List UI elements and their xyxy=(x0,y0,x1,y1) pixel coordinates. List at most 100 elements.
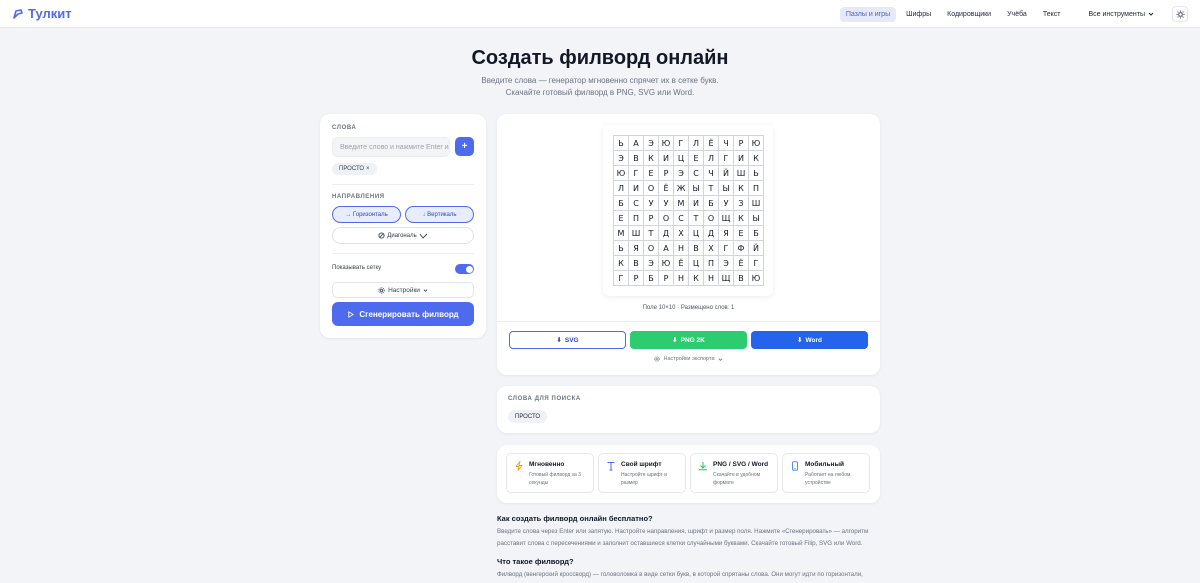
feature-card-formats: PNG / SVG / Word Скачайте в удобном форм… xyxy=(690,453,778,493)
add-word-button[interactable]: + xyxy=(455,137,474,156)
theme-toggle-button[interactable] xyxy=(1172,6,1188,22)
grid-cell: Э xyxy=(674,166,689,181)
show-grid-toggle[interactable] xyxy=(455,264,474,274)
nav-ciphers[interactable]: Шифры xyxy=(900,7,937,22)
grid-cell: Р xyxy=(644,211,659,226)
grid-cell: Я xyxy=(629,241,644,256)
chevron-down-icon xyxy=(423,288,428,292)
grid-cell: И xyxy=(659,151,674,166)
feature-desc: Работает на любом устройстве xyxy=(805,472,851,486)
grid-cell: В xyxy=(689,241,704,256)
logo[interactable]: Тулкит xyxy=(12,6,72,21)
all-tools-dropdown[interactable]: Все инструменты xyxy=(1082,7,1160,22)
generate-button[interactable]: Сгенерировать филворд xyxy=(332,302,474,326)
grid-cell: Щ xyxy=(719,271,734,286)
download-icon: ⬇ xyxy=(556,337,562,344)
subtitle-line-1: Введите слова — генератор мгновенно спря… xyxy=(481,76,719,85)
export-svg-button[interactable]: ⬇ SVG xyxy=(509,331,626,349)
faq-question: Как создать филворд онлайн бесплатно? xyxy=(497,514,653,523)
faq-answer-line: Филворд (венгерский кроссворд) — головол… xyxy=(497,571,863,578)
nav-encoders[interactable]: Кодировщики xyxy=(941,7,997,22)
grid-cell: К xyxy=(749,151,764,166)
diagonal-icon xyxy=(378,232,385,239)
grid-cell: В xyxy=(629,256,644,271)
download-icon: ⬇ xyxy=(797,337,803,344)
grid-cell: К xyxy=(614,256,629,271)
grid-cell: Т xyxy=(689,211,704,226)
grid-cell: Н xyxy=(674,271,689,286)
export-word-button[interactable]: ⬇ Word xyxy=(751,331,868,349)
grid-cell: Р xyxy=(659,166,674,181)
feature-card-instant: Мгновенно Готовый филворд за 3 секунды xyxy=(506,453,594,493)
grid-cell: П xyxy=(629,211,644,226)
grid-cell: Ё xyxy=(734,256,749,271)
grid-cell: Г xyxy=(719,151,734,166)
grid-cell: У xyxy=(644,196,659,211)
grid-cell: Н xyxy=(674,241,689,256)
grid-cell: Ш xyxy=(734,166,749,181)
grid-cell: Т xyxy=(704,181,719,196)
grid-cell: Г xyxy=(719,241,734,256)
grid-cell: Ч xyxy=(704,166,719,181)
faq-answer-line: Введите слова через Enter или запятую. Н… xyxy=(497,528,869,535)
feature-desc: Готовый филворд за 3 секунды xyxy=(529,472,581,486)
grid-cell: О xyxy=(704,211,719,226)
grid-cell: Г xyxy=(629,166,644,181)
diagonal-arrows-icon xyxy=(419,233,428,239)
horizontal-direction-button[interactable]: → Горизонталь xyxy=(332,206,401,223)
faq-answer-line: расставит слова с пересечениями и заполн… xyxy=(497,540,863,547)
grid-cell: И xyxy=(689,196,704,211)
settings-button[interactable]: Настройки xyxy=(332,282,474,298)
grid-cell: Ч xyxy=(719,136,734,151)
grid-cell: Й xyxy=(719,166,734,181)
chevron-down-icon xyxy=(718,357,722,361)
vertical-direction-button[interactable]: ↓ Вертикаль xyxy=(405,206,474,223)
grid-cell: Р xyxy=(659,271,674,286)
grid-cell: Л xyxy=(704,151,719,166)
grid-cell: П xyxy=(749,181,764,196)
grid-cell: Ж xyxy=(674,181,689,196)
grid-cell: Ь xyxy=(614,136,629,151)
grid-cell: Я xyxy=(719,226,734,241)
remove-word-icon[interactable]: × xyxy=(366,166,370,172)
grid-cell: Д xyxy=(659,226,674,241)
nav-puzzles[interactable]: Пазлы и игры xyxy=(839,6,897,22)
divider xyxy=(332,184,474,185)
grid-cell: Ы xyxy=(719,181,734,196)
diagonal-direction-button[interactable]: Диагональ xyxy=(332,227,474,244)
grid-cell: И xyxy=(734,151,749,166)
grid-cell: Ф xyxy=(734,241,749,256)
settings-label: Настройки xyxy=(388,286,420,294)
puzzle-grid: ЬАЭЮГЛЁЧРЮЭВКИЦЕЛГИКЮГЕРЭСЧЙШЬЛИОЁЖЫТЫКП… xyxy=(613,135,764,286)
puzzle-logo-icon xyxy=(13,8,23,19)
grid-cell: Х xyxy=(674,226,689,241)
grid-cell: Л xyxy=(689,136,704,151)
words-section-label: СЛОВА xyxy=(332,125,357,131)
subtitle-line-2: Скачайте готовый филворд в PNG, SVG или … xyxy=(505,88,695,97)
export-settings-toggle[interactable]: Настройки экспорта xyxy=(497,356,880,362)
export-svg-label: SVG xyxy=(564,336,579,344)
nav-study[interactable]: Учёба xyxy=(1001,7,1033,22)
word-chip-label: ПРОСТО xyxy=(339,166,365,172)
grid-cell: Г xyxy=(749,256,764,271)
feature-title: Свой шрифт xyxy=(621,461,662,468)
grid-cell: Е xyxy=(689,151,704,166)
grid-cell: У xyxy=(719,196,734,211)
grid-cell: Н xyxy=(704,271,719,286)
download-icon xyxy=(699,462,707,471)
word-input[interactable]: Введите слово и нажмите Enter или запяту… xyxy=(332,137,450,157)
export-png-button[interactable]: ⬇ PNG 2K xyxy=(630,331,747,349)
top-header: Тулкит Пазлы и игры Шифры Кодировщики Уч… xyxy=(0,0,1200,28)
grid-cell: Р xyxy=(734,136,749,151)
feature-title: PNG / SVG / Word xyxy=(713,461,769,468)
nav-text[interactable]: Текст xyxy=(1037,7,1067,22)
grid-cell: Х xyxy=(704,241,719,256)
grid-cell: Э xyxy=(644,256,659,271)
gear-icon xyxy=(654,356,661,362)
font-icon xyxy=(607,462,615,471)
divider xyxy=(497,321,880,322)
feature-card-font: Свой шрифт Настройте шрифт и размер xyxy=(598,453,686,493)
grid-cell: Ы xyxy=(689,181,704,196)
export-png-label: PNG 2K xyxy=(680,336,705,344)
main-nav: Пазлы и игры Шифры Кодировщики Учёба Тек… xyxy=(839,6,1188,22)
